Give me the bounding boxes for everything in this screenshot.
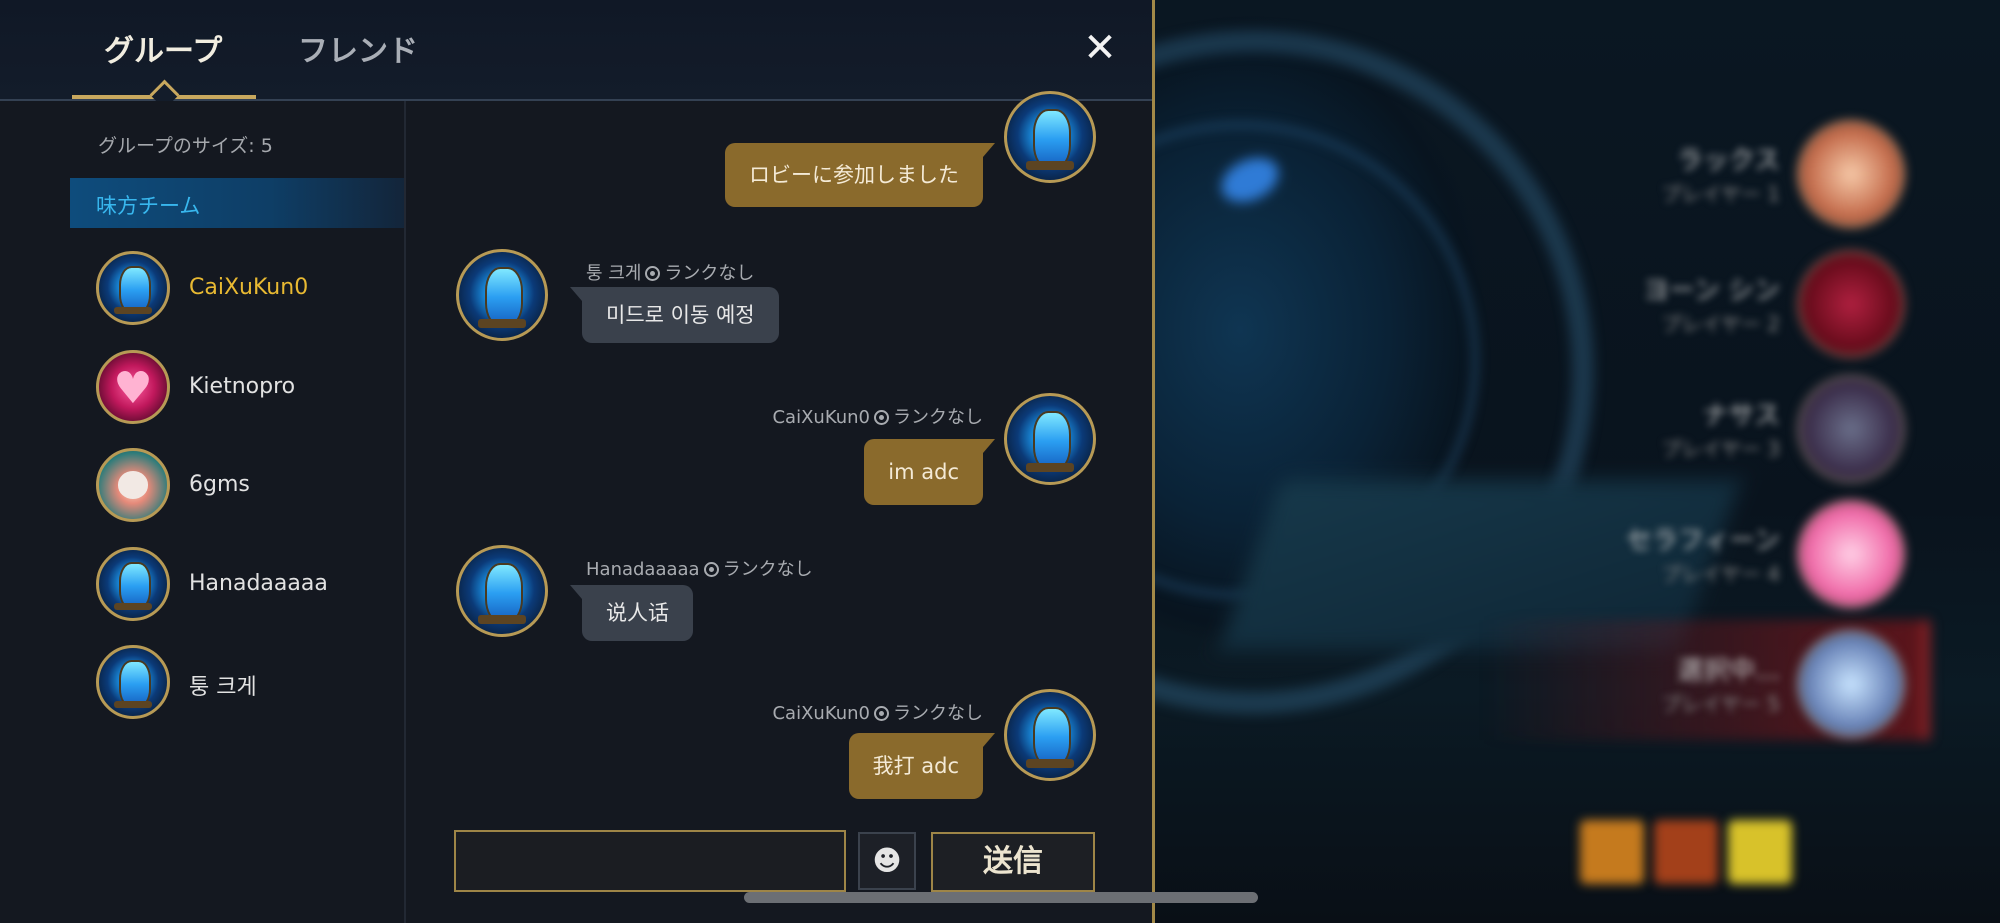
avatar: [96, 645, 170, 719]
roster-name: ナサス: [1702, 401, 1780, 431]
avatar: [96, 448, 170, 522]
sender-name: CaiXuKun0: [772, 407, 870, 428]
member-name: 퉁 크게: [189, 675, 257, 700]
rank-icon: [645, 266, 661, 281]
smiley-icon: ☻: [872, 844, 902, 877]
send-button[interactable]: 送信: [931, 832, 1095, 892]
close-button[interactable]: ✕: [1080, 28, 1120, 68]
rank-icon: [874, 706, 889, 721]
group-size-label: グループのサイズ: 5: [98, 135, 273, 157]
roster-sub: プレイヤー 3: [1661, 437, 1780, 461]
sender-name: CaiXuKun0: [772, 703, 870, 724]
avatar: [1004, 689, 1096, 781]
sender-name: 퉁 크게: [586, 263, 642, 284]
avatar: [96, 547, 170, 621]
sender-name: Hanadaaaaa: [586, 559, 700, 580]
roster-avatar: [1797, 120, 1905, 228]
item-icon: [1654, 820, 1718, 884]
avatar: [1004, 91, 1096, 183]
roster-row: ナサス プレイヤー 3: [1485, 375, 1905, 483]
member-item[interactable]: CaiXuKun0: [96, 251, 396, 327]
avatar: [456, 545, 548, 637]
chat-bubble: ロビーに参加しました: [725, 143, 995, 207]
roster-row: ヨーン シン プレイヤー 2: [1485, 250, 1905, 358]
roster-name: セラフィーン: [1625, 526, 1780, 556]
member-name: 6gms: [189, 472, 250, 497]
roster-name: ヨーン シン: [1643, 276, 1780, 306]
team-header[interactable]: 味方チーム: [70, 178, 404, 228]
roster-name: 選択中...: [1677, 656, 1780, 686]
tab-friends[interactable]: フレンド: [298, 26, 418, 70]
team-label: 味方チーム: [96, 194, 201, 218]
member-item[interactable]: 6gms: [96, 448, 396, 524]
avatar: [96, 350, 170, 424]
avatar: [456, 249, 548, 341]
member-name: Kietnopro: [189, 374, 296, 399]
chat-log[interactable]: ロビーに参加しました 퉁 크게 ランクなし 미드로 이동 예정 CaiXuKun0…: [406, 91, 1149, 923]
rank-icon: [703, 562, 719, 577]
rank-label: ランクなし: [664, 263, 755, 284]
message-meta: 퉁 크게 ランクなし: [586, 259, 754, 285]
roster-avatar: [1797, 250, 1905, 358]
message-input[interactable]: [454, 830, 846, 892]
roster-avatar: [1797, 375, 1905, 483]
message-meta: CaiXuKun0 ランクなし: [772, 699, 983, 725]
game-background: ラックス プレイヤー 1 ヨーン シン プレイヤー 2 ナサス プレイヤー 3 …: [1150, 0, 2000, 923]
chat-bubble: im adc: [864, 439, 995, 505]
item-icon: [1728, 820, 1792, 884]
roster-row: セラフィーン プレイヤー 4: [1485, 500, 1905, 608]
chat-panel: グループ フレンド ✕ グループのサイズ: 5 味方チーム CaiXuKun0 …: [0, 0, 1155, 923]
message-meta: Hanadaaaaa ランクなし: [586, 555, 813, 581]
member-name: CaiXuKun0: [189, 275, 309, 300]
roster-sub: プレイヤー 2: [1661, 312, 1780, 336]
roster-sub: プレイヤー 4: [1661, 562, 1780, 586]
roster-row: ラックス プレイヤー 1: [1485, 120, 1905, 228]
group-sidebar: グループのサイズ: 5 味方チーム CaiXuKun0 Kietnopro 6g…: [0, 101, 406, 923]
emoji-button[interactable]: ☻: [858, 832, 916, 890]
roster-avatar: [1797, 630, 1905, 738]
rank-label: ランクなし: [893, 703, 983, 724]
member-item[interactable]: Kietnopro: [96, 350, 396, 426]
member-item[interactable]: 퉁 크게: [96, 645, 396, 721]
home-indicator[interactable]: [744, 892, 1258, 903]
roster-sub: プレイヤー 5: [1661, 692, 1780, 716]
tab-group[interactable]: グループ: [104, 26, 222, 70]
chat-bubble: 我打 adc: [848, 733, 996, 799]
chat-bubble: 说人话: [570, 585, 693, 641]
roster-name: ラックス: [1676, 146, 1780, 176]
rank-icon: [874, 410, 889, 425]
roster-row: 選択中... プレイヤー 5: [1485, 630, 1905, 738]
message-meta: CaiXuKun0 ランクなし: [772, 403, 983, 429]
chat-bubble: 미드로 이동 예정: [570, 287, 779, 343]
tab-bar: グループ フレンド ✕: [0, 0, 1152, 110]
roster-sub: プレイヤー 1: [1661, 182, 1780, 206]
rank-label: ランクなし: [893, 407, 983, 428]
rank-label: ランクなし: [722, 559, 813, 580]
avatar: [96, 251, 170, 325]
avatar: [1004, 393, 1096, 485]
roster-avatar: [1797, 500, 1905, 608]
member-item[interactable]: Hanadaaaaa: [96, 547, 396, 623]
item-icon: [1580, 820, 1644, 884]
member-name: Hanadaaaaa: [189, 571, 328, 596]
